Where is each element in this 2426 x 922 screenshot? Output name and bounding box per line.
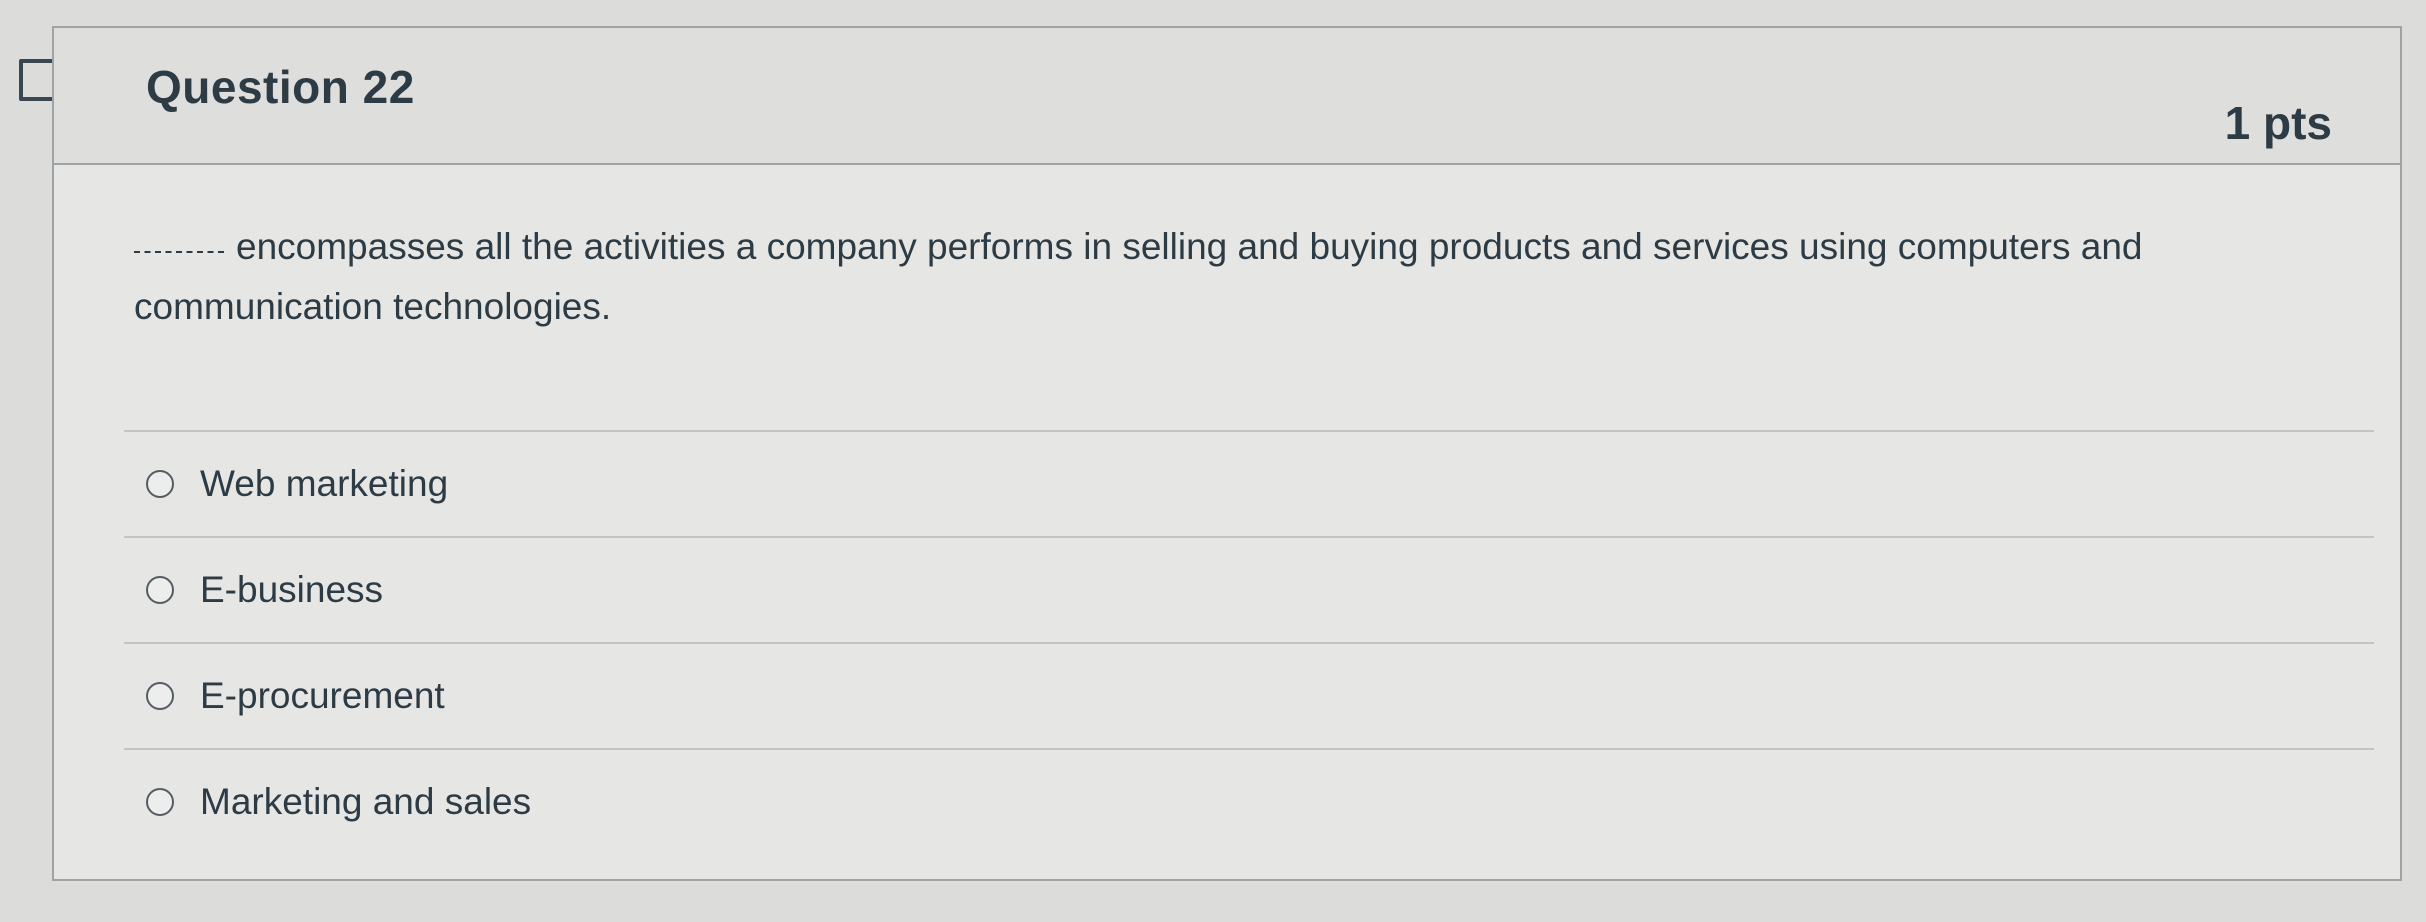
radio-icon[interactable]: [146, 788, 174, 816]
answer-option-web-marketing[interactable]: Web marketing: [124, 430, 2374, 536]
answer-option-e-procurement[interactable]: E-procurement: [124, 642, 2374, 748]
fill-in-blank: [134, 251, 224, 253]
answer-label: Web marketing: [200, 463, 449, 504]
question-card: Question 22 1 pts encompasses all the ac…: [52, 26, 2402, 881]
radio-icon[interactable]: [146, 470, 174, 498]
radio-icon[interactable]: [146, 682, 174, 710]
question-header: Question 22 1 pts: [54, 28, 2400, 165]
answer-label: E-procurement: [200, 675, 445, 716]
answer-label: E-business: [200, 569, 384, 610]
question-text: encompasses all the activities a company…: [134, 226, 2143, 327]
answer-option-e-business[interactable]: E-business: [124, 536, 2374, 642]
question-points: 1 pts: [2224, 97, 2332, 149]
question-text-block: encompasses all the activities a company…: [134, 217, 2334, 337]
answer-label: Marketing and sales: [200, 781, 532, 822]
answer-list: Web marketing E-business E-procurement M…: [124, 430, 2374, 854]
question-title: Question 22: [146, 61, 415, 113]
radio-icon[interactable]: [146, 576, 174, 604]
answer-option-marketing-and-sales[interactable]: Marketing and sales: [124, 748, 2374, 854]
